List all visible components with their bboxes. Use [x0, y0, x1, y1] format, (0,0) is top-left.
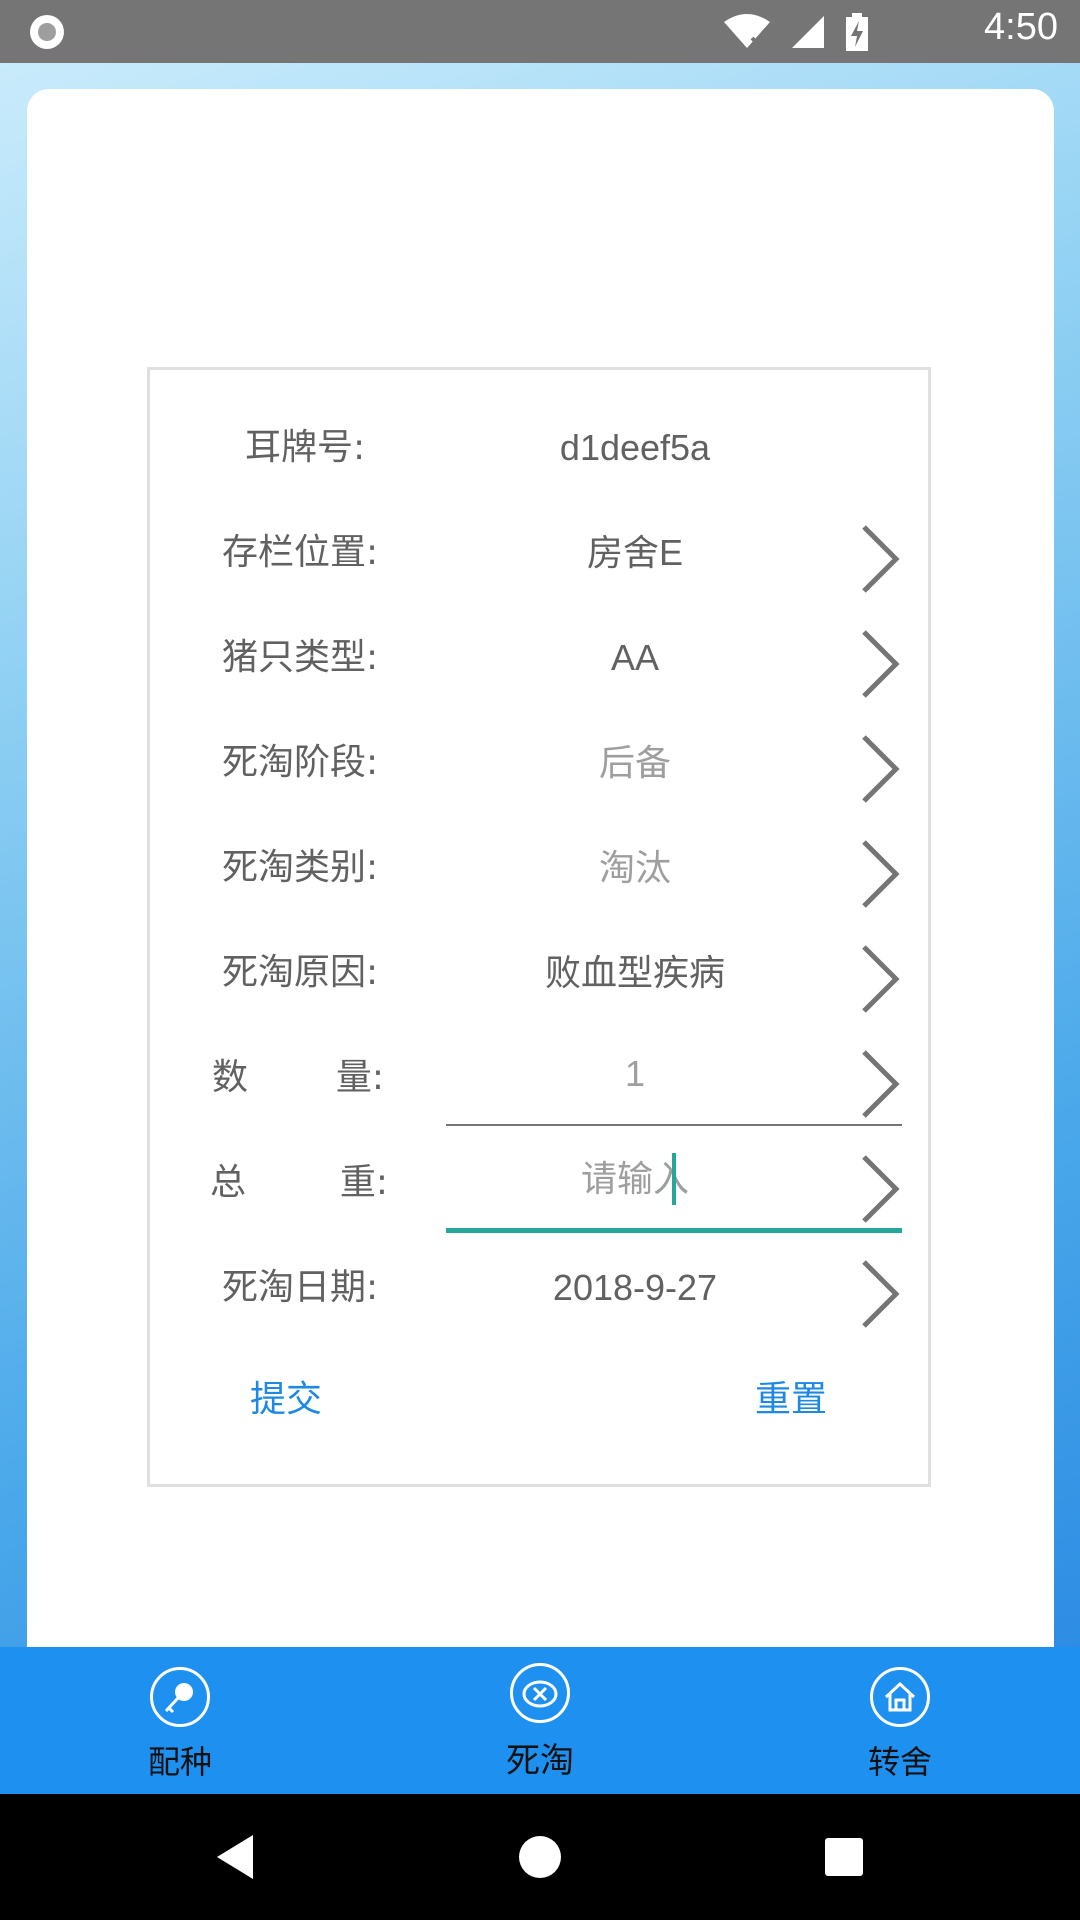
- tab-transfer-label: 转舍: [867, 1743, 932, 1781]
- tab-cull[interactable]: 死淘: [440, 1647, 640, 1794]
- status-bar: 4:50: [0, 0, 1080, 63]
- bottom-tab-bar: 配种 死淘 转舍: [0, 1647, 1080, 1794]
- total-weight-label-a: 总: [210, 1162, 247, 1203]
- recents-icon[interactable]: [784, 1794, 904, 1920]
- cull-date-value[interactable]: 2018-9-27: [450, 1236, 820, 1340]
- form-row-cull-category[interactable]: 死淘类别: 淘汰: [150, 816, 928, 920]
- house-icon: [870, 1667, 930, 1727]
- tab-transfer[interactable]: 转舍: [800, 1647, 1000, 1794]
- quantity-input[interactable]: 1: [450, 1026, 820, 1130]
- pig-type-label: 猪只类型:: [222, 637, 379, 678]
- magnifier-key-icon: [150, 1667, 210, 1727]
- submit-button[interactable]: 提交: [250, 1370, 322, 1422]
- total-weight-input[interactable]: 请输入: [450, 1131, 820, 1235]
- cull-date-label: 死淘日期:: [222, 1267, 379, 1308]
- text-caret: [672, 1153, 676, 1205]
- pig-cross-icon: [510, 1663, 570, 1723]
- total-weight-label-b: 重:: [339, 1162, 388, 1203]
- cull-category-label: 死淘类别:: [222, 847, 379, 888]
- pen-location-label: 存栏位置:: [222, 532, 379, 573]
- chevron-right-icon[interactable]: [858, 733, 902, 805]
- total-weight-label: 总 重:: [210, 1131, 388, 1235]
- form-row-total-weight[interactable]: 总 重: 请输入: [150, 1131, 928, 1235]
- cull-form: 耳牌号: d1deef5a 存栏位置: 房舍E 猪只类型: AA 死淘阶段: 后…: [147, 367, 931, 1487]
- cull-reason-value[interactable]: 败血型疾病: [450, 921, 820, 1025]
- form-row-ear-tag: 耳牌号: d1deef5a: [150, 396, 928, 500]
- battery-charging-icon: [846, 13, 868, 51]
- total-weight-underline: [446, 1228, 902, 1233]
- form-row-pen-location[interactable]: 存栏位置: 房舍E: [150, 501, 928, 605]
- quantity-label-a: 数: [212, 1057, 249, 1098]
- status-time: 4:50: [984, 6, 1058, 48]
- reset-button[interactable]: 重置: [755, 1370, 827, 1422]
- chevron-right-icon[interactable]: [858, 1153, 902, 1225]
- wifi-icon: [724, 14, 770, 50]
- system-nav-bar: [0, 1794, 1080, 1920]
- form-row-cull-stage[interactable]: 死淘阶段: 后备: [150, 711, 928, 815]
- pen-location-value[interactable]: 房舍E: [450, 501, 820, 605]
- quantity-underline: [446, 1124, 902, 1126]
- cull-stage-value[interactable]: 后备: [450, 711, 820, 815]
- cull-reason-label: 死淘原因:: [222, 952, 379, 993]
- ear-tag-value: d1deef5a: [559, 427, 711, 468]
- cull-stage-label: 死淘阶段:: [222, 742, 379, 783]
- chevron-right-icon[interactable]: [858, 1048, 902, 1120]
- tab-breeding-label: 配种: [147, 1743, 212, 1781]
- back-icon[interactable]: [175, 1794, 295, 1920]
- ear-tag-label: 耳牌号:: [245, 427, 366, 468]
- chevron-right-icon[interactable]: [858, 943, 902, 1015]
- tab-breeding[interactable]: 配种: [80, 1647, 280, 1794]
- pig-type-value[interactable]: AA: [450, 606, 820, 710]
- signal-icon: [792, 16, 824, 48]
- form-row-cull-reason[interactable]: 死淘原因: 败血型疾病: [150, 921, 928, 1025]
- chevron-right-icon[interactable]: [858, 523, 902, 595]
- form-row-cull-date[interactable]: 死淘日期: 2018-9-27: [150, 1236, 928, 1340]
- cull-category-value[interactable]: 淘汰: [450, 816, 820, 920]
- home-icon[interactable]: [480, 1794, 600, 1920]
- form-row-quantity[interactable]: 数 量: 1: [150, 1026, 928, 1130]
- chevron-right-icon[interactable]: [858, 1258, 902, 1330]
- quantity-label: 数 量:: [212, 1026, 384, 1130]
- chevron-right-icon[interactable]: [858, 838, 902, 910]
- form-row-pig-type[interactable]: 猪只类型: AA: [150, 606, 928, 710]
- quantity-label-b: 量:: [335, 1057, 384, 1098]
- status-icons: [722, 12, 870, 52]
- chevron-right-icon[interactable]: [858, 628, 902, 700]
- circle-indicator-icon: [30, 15, 64, 49]
- tab-cull-label: 死淘: [506, 1741, 574, 1781]
